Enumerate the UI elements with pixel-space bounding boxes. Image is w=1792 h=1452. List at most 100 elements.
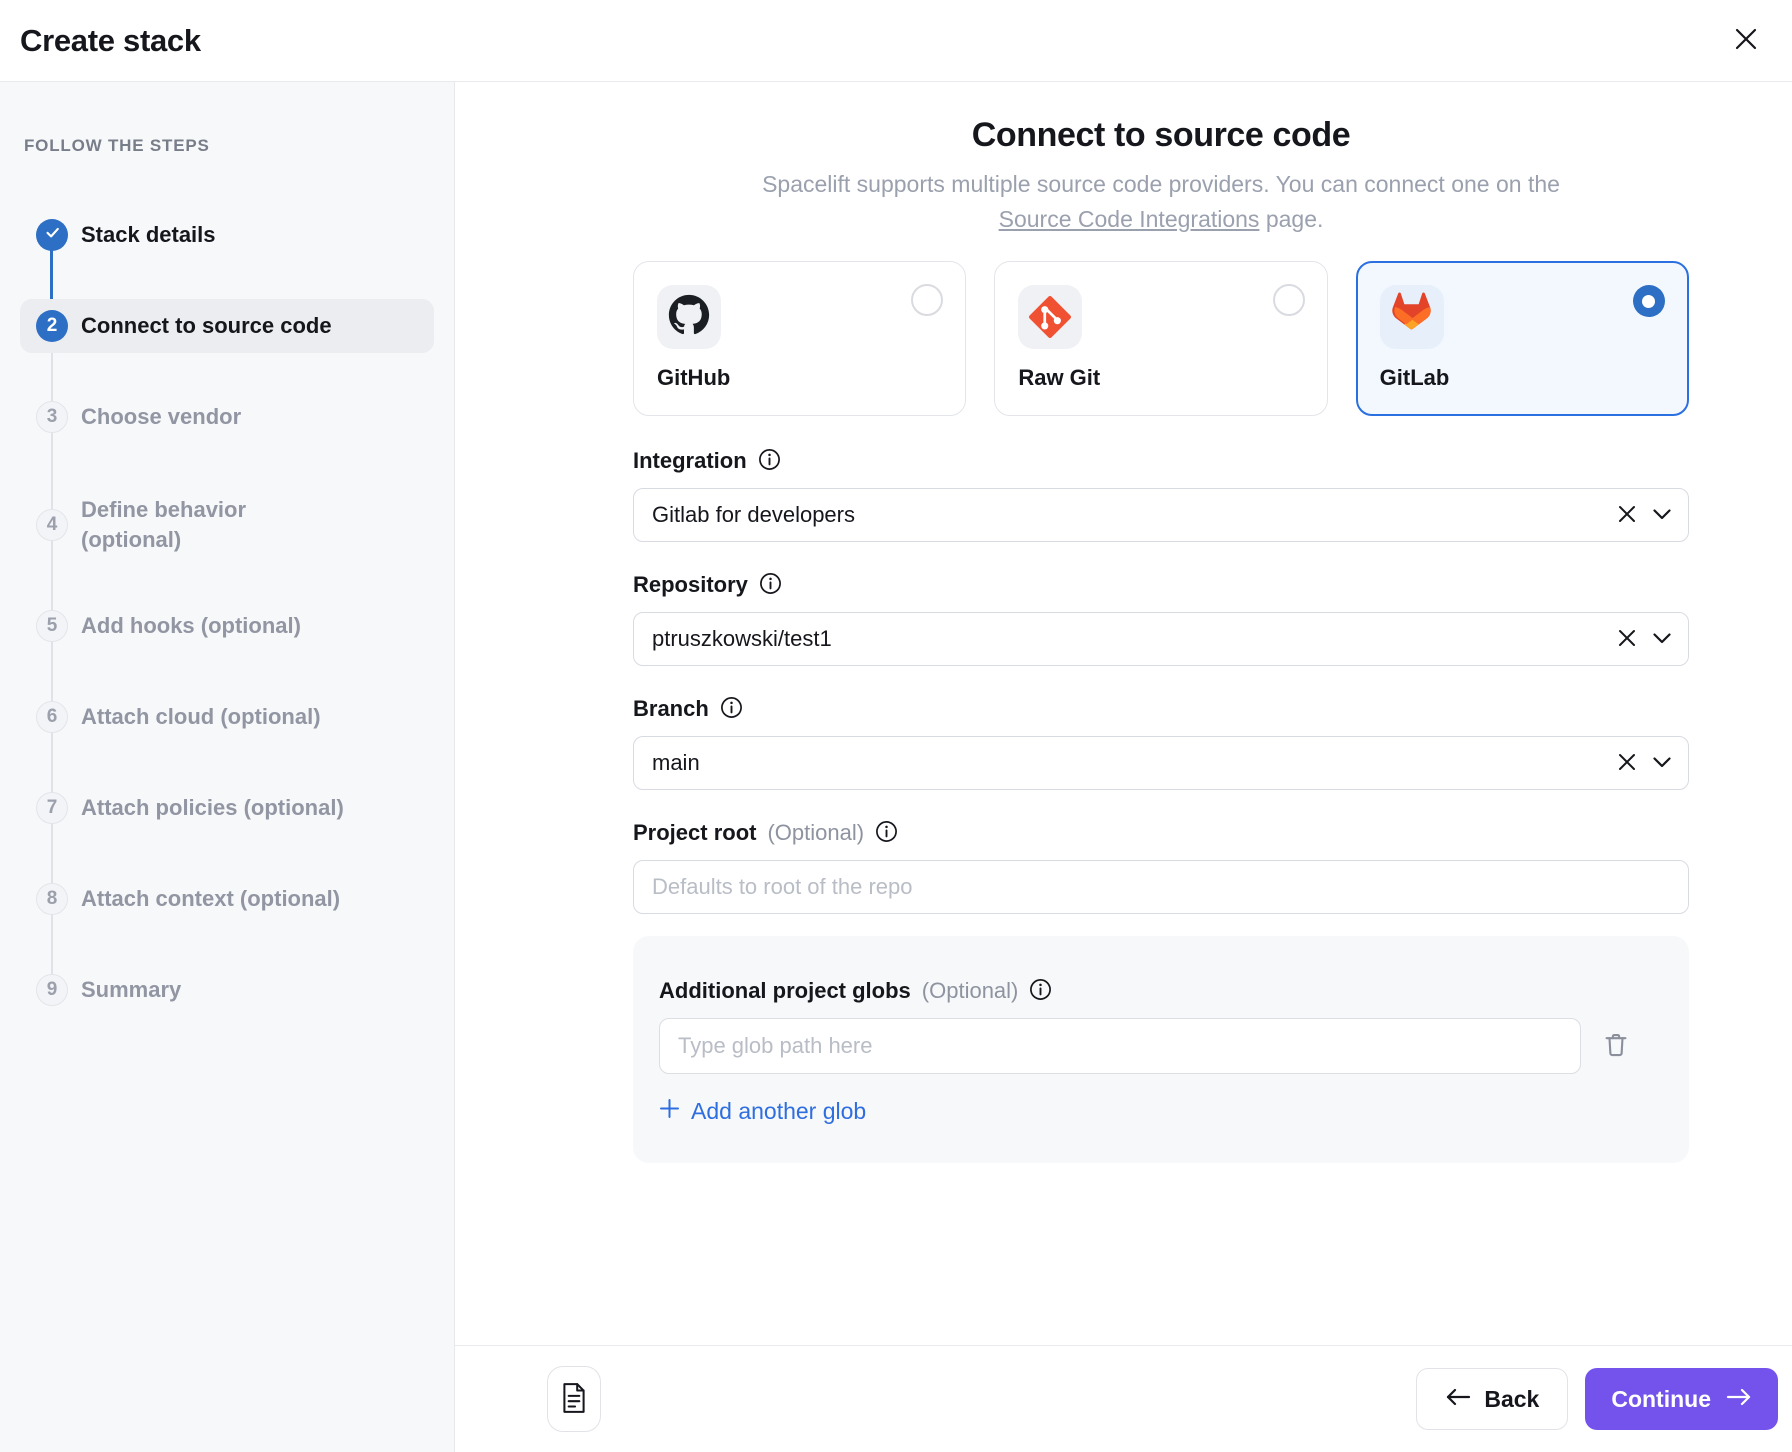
back-label: Back	[1484, 1386, 1539, 1413]
subtitle-text-after: page.	[1266, 206, 1324, 232]
main-panel: Connect to source code Spacelift support…	[455, 82, 1792, 1452]
close-button[interactable]	[1726, 21, 1766, 61]
close-icon	[1733, 26, 1759, 55]
github-icon	[668, 294, 710, 341]
step-label: Define behavior (optional)	[81, 495, 316, 554]
integration-clear-button[interactable]	[1617, 504, 1637, 527]
continue-button[interactable]: Continue	[1585, 1368, 1778, 1430]
branch-dropdown-button[interactable]	[1653, 756, 1671, 771]
provider-label: GitHub	[657, 365, 942, 391]
clear-x-icon	[1617, 752, 1637, 775]
provider-card-github[interactable]: GitHub	[633, 261, 966, 416]
arrow-right-icon	[1726, 1386, 1752, 1413]
modal-header: Create stack	[0, 0, 1792, 82]
branch-label: Branch	[633, 696, 709, 722]
integration-select[interactable]	[633, 488, 1689, 542]
raw-git-radio[interactable]	[1273, 284, 1305, 316]
repository-dropdown-button[interactable]	[1653, 632, 1671, 647]
globs-label: Additional project globs	[659, 978, 911, 1004]
sidebar-step-choose-vendor[interactable]: 3 Choose vendor	[20, 390, 434, 444]
chevron-down-icon	[1653, 508, 1671, 523]
step-label: Connect to source code	[81, 311, 332, 341]
step-label: Attach context (optional)	[81, 884, 340, 914]
github-logo-tile	[657, 285, 721, 349]
glob-row	[659, 1018, 1663, 1074]
sidebar-step-define-behavior[interactable]: 4 Define behavior (optional)	[20, 481, 434, 569]
gitlab-icon	[1389, 292, 1435, 343]
step-6-number-circle: 6	[36, 701, 68, 733]
repository-info-button[interactable]	[759, 572, 782, 598]
step-label: Add hooks (optional)	[81, 611, 301, 641]
step-7-number-circle: 7	[36, 792, 68, 824]
sidebar-step-attach-cloud[interactable]: 6 Attach cloud (optional)	[20, 690, 434, 744]
step-label: Stack details	[81, 220, 216, 250]
branch-select[interactable]	[633, 736, 1689, 790]
project-globs-panel: Additional project globs (Optional)	[633, 936, 1689, 1163]
gitlab-radio[interactable]	[1633, 285, 1665, 317]
arrow-left-icon	[1445, 1386, 1471, 1413]
source-code-integrations-link[interactable]: Source Code Integrations	[999, 206, 1260, 232]
step-9-number-circle: 9	[36, 974, 68, 1006]
clear-x-icon	[1617, 628, 1637, 651]
branch-info-button[interactable]	[720, 696, 743, 722]
project-root-info-button[interactable]	[875, 820, 898, 846]
wizard-footer: Back Continue	[455, 1345, 1792, 1452]
branch-clear-button[interactable]	[1617, 752, 1637, 775]
documentation-button[interactable]	[547, 1366, 601, 1432]
add-glob-label: Add another glob	[691, 1098, 866, 1125]
integration-dropdown-button[interactable]	[1653, 508, 1671, 523]
chevron-down-icon	[1653, 756, 1671, 771]
provider-card-gitlab[interactable]: GitLab	[1356, 261, 1689, 416]
project-root-input[interactable]	[633, 860, 1689, 914]
provider-label: Raw Git	[1018, 365, 1303, 391]
github-radio[interactable]	[911, 284, 943, 316]
info-icon	[1029, 978, 1052, 1004]
optional-tag: (Optional)	[767, 820, 864, 846]
check-icon	[44, 224, 61, 247]
glob-path-input[interactable]	[659, 1018, 1581, 1074]
continue-label: Continue	[1611, 1386, 1711, 1413]
provider-card-raw-git[interactable]: Raw Git	[994, 261, 1327, 416]
step-5-number-circle: 5	[36, 610, 68, 642]
integration-info-button[interactable]	[758, 448, 781, 474]
sidebar-step-stack-details[interactable]: Stack details	[20, 208, 434, 262]
document-icon	[561, 1382, 587, 1417]
integration-label: Integration	[633, 448, 747, 474]
repository-clear-button[interactable]	[1617, 628, 1637, 651]
steps-list: Stack details 2 Connect to source code 3…	[20, 208, 434, 1017]
page-title: Connect to source code	[633, 116, 1689, 155]
chevron-down-icon	[1653, 632, 1671, 647]
add-another-glob-button[interactable]: Add another glob	[659, 1098, 866, 1125]
delete-glob-button[interactable]	[1601, 1030, 1631, 1063]
sidebar-step-add-hooks[interactable]: 5 Add hooks (optional)	[20, 599, 434, 653]
gitlab-logo-tile	[1380, 285, 1444, 349]
steps-sidebar: FOLLOW THE STEPS Stack details 2 Connect…	[0, 82, 455, 1452]
sidebar-step-attach-context[interactable]: 8 Attach context (optional)	[20, 872, 434, 926]
back-button[interactable]: Back	[1416, 1368, 1568, 1430]
modal-title: Create stack	[20, 23, 201, 59]
raw-git-logo-tile	[1018, 285, 1082, 349]
step-label: Choose vendor	[81, 402, 241, 432]
info-icon	[720, 696, 743, 722]
branch-field: Branch	[633, 696, 1689, 790]
provider-cards: GitHub	[633, 261, 1689, 416]
trash-icon	[1601, 1030, 1631, 1063]
sidebar-step-attach-policies[interactable]: 7 Attach policies (optional)	[20, 781, 434, 835]
project-root-label: Project root	[633, 820, 756, 846]
step-4-number-circle: 4	[36, 509, 68, 541]
globs-info-button[interactable]	[1029, 978, 1052, 1004]
repository-field: Repository	[633, 572, 1689, 666]
sidebar-step-summary[interactable]: 9 Summary	[20, 963, 434, 1017]
repository-label: Repository	[633, 572, 748, 598]
page-subtitle: Spacelift supports multiple source code …	[633, 167, 1689, 237]
step-label: Attach policies (optional)	[81, 793, 344, 823]
step-label: Attach cloud (optional)	[81, 702, 321, 732]
step-1-check-circle	[36, 219, 68, 251]
integration-field: Integration	[633, 448, 1689, 542]
provider-label: GitLab	[1380, 365, 1665, 391]
info-icon	[875, 820, 898, 846]
sidebar-step-connect-source-code[interactable]: 2 Connect to source code	[20, 299, 434, 353]
plus-icon	[659, 1098, 680, 1125]
repository-select[interactable]	[633, 612, 1689, 666]
main-content-area: Connect to source code Spacelift support…	[455, 82, 1792, 1345]
